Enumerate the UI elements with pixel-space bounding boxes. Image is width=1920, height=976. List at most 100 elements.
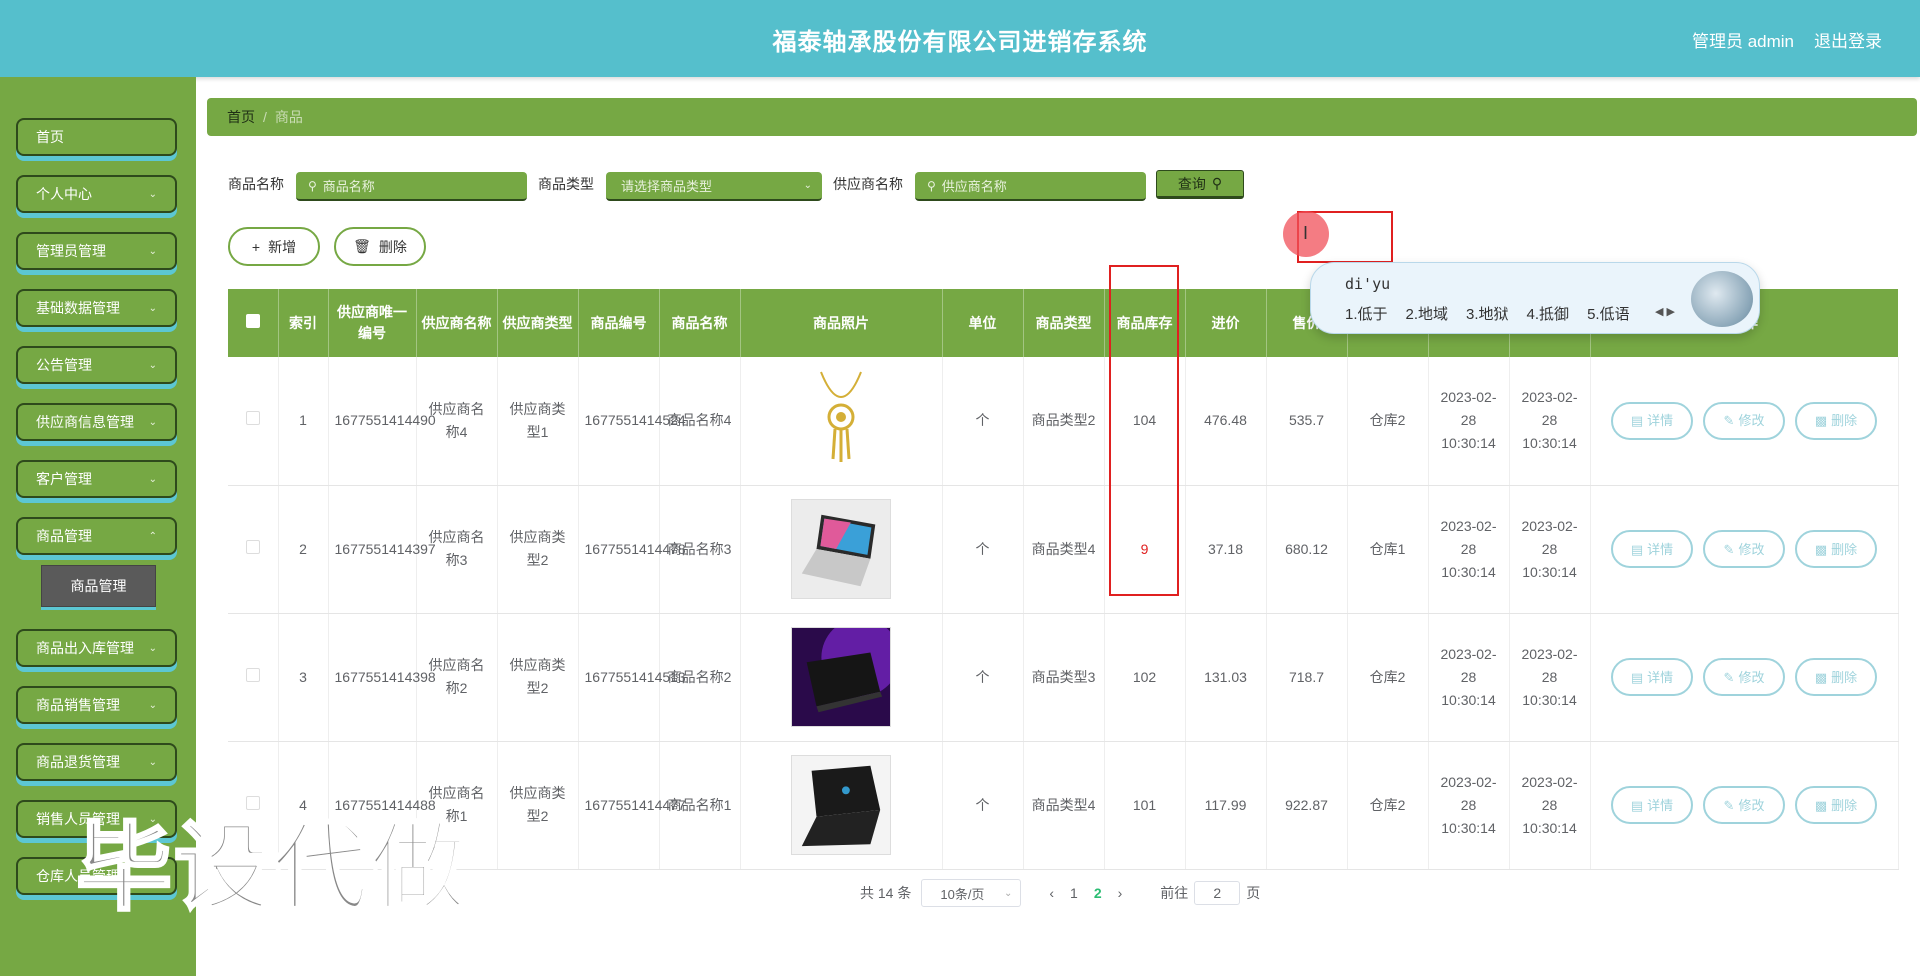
chevron-down-icon: ⌄ xyxy=(148,359,157,371)
detail-label: 详情 xyxy=(1647,413,1674,429)
add-button[interactable]: + 新增 xyxy=(228,227,320,266)
row-delete-button[interactable]: ▩ 删除 xyxy=(1795,658,1877,696)
sidebar-item-home[interactable]: 首页 xyxy=(16,118,177,156)
edit-button[interactable]: ✎ 修改 xyxy=(1703,530,1785,568)
edit-button[interactable]: ✎ 修改 xyxy=(1703,786,1785,824)
page-2[interactable]: 2 xyxy=(1094,885,1102,901)
sidebar-item-goods-inout[interactable]: 商品出入库管理 ⌄ xyxy=(16,629,177,667)
cell-goods-type: 商品类型3 xyxy=(1023,613,1105,742)
breadcrumb-home[interactable]: 首页 xyxy=(227,107,255,127)
ime-candidate[interactable]: 5.低语 xyxy=(1587,303,1630,324)
delete-label: 删除 xyxy=(1831,413,1858,429)
cell-time1: 2023-02-28 10:30:14 xyxy=(1428,613,1510,742)
delete-button[interactable]: 🗑 删除 xyxy=(334,227,426,266)
row-delete-button[interactable]: ▩ 删除 xyxy=(1795,530,1877,568)
stock-column-highlight xyxy=(1109,265,1179,596)
goods-name-label: 商品名称 xyxy=(228,176,284,192)
text-cursor-icon: I xyxy=(1303,223,1309,243)
detail-button[interactable]: ▤ 详情 xyxy=(1611,786,1693,824)
ime-candidate[interactable]: 1.低于 xyxy=(1345,303,1388,324)
cell-cost: 476.48 xyxy=(1185,357,1267,486)
edit-button[interactable]: ✎ 修改 xyxy=(1703,658,1785,696)
page-size-select[interactable]: 10条/页 ⌄ xyxy=(921,879,1022,907)
row-checkbox[interactable] xyxy=(228,485,279,614)
cell-goods-photo xyxy=(740,357,943,486)
cell-supplier-no: 1677551414398 xyxy=(328,613,436,742)
breadcrumb: 首页 / 商品 xyxy=(207,98,1917,136)
sidebar-item-goods-sales[interactable]: 商品销售管理 ⌄ xyxy=(16,686,177,724)
page-1[interactable]: 1 xyxy=(1070,885,1078,901)
row-delete-button[interactable]: ▩ 删除 xyxy=(1795,786,1877,824)
col-unit: 单位 xyxy=(942,289,1024,357)
trash-icon: ▩ xyxy=(1814,797,1828,813)
cell-supplier-no: 1677551414397 xyxy=(328,485,436,614)
app-title: 福泰轴承股份有限公司进销存系统 xyxy=(772,29,1148,56)
row-delete-button[interactable]: ▩ 删除 xyxy=(1795,401,1877,440)
cell-goods-name: 商品名称1 xyxy=(659,741,741,870)
goto-input[interactable]: 2 xyxy=(1194,881,1241,905)
sidebar-item-goods-return[interactable]: 商品退货管理 ⌄ xyxy=(16,743,177,781)
col-supplier-no: 供应商唯一编号 xyxy=(328,289,417,357)
laptop-image xyxy=(791,755,891,855)
table-row: 4 1677551414488 供应商名称1 供应商类型2 1677551414… xyxy=(228,741,1899,870)
goto-label: 前往 xyxy=(1160,885,1189,901)
table-row: 1 1677551414490 供应商名称4 供应商类型1 1677551414… xyxy=(228,357,1899,486)
chevron-down-icon: ⌄ xyxy=(148,642,157,654)
trash-icon: ▩ xyxy=(1814,413,1828,429)
ime-page-arrows-icon[interactable]: ◀ ▶ xyxy=(1655,305,1675,318)
col-goods-name: 商品名称 xyxy=(659,289,741,357)
pencil-icon: ✎ xyxy=(1723,541,1735,557)
cell-time2: 2023-02-28 10:30:14 xyxy=(1509,613,1591,742)
detail-button[interactable]: ▤ 详情 xyxy=(1611,530,1693,568)
sidebar-item-label: 公告管理 xyxy=(36,357,92,373)
ime-candidate[interactable]: 4.抵御 xyxy=(1527,303,1570,324)
prev-page-icon[interactable]: ‹ xyxy=(1049,885,1054,901)
ime-candidate[interactable]: 2.地域 xyxy=(1406,303,1449,324)
cell-ops: ▤ 详情 ✎ 修改 ▩ 删除 xyxy=(1590,357,1899,486)
sidebar-item-personal-center[interactable]: 个人中心 ⌄ xyxy=(16,175,177,213)
row-checkbox[interactable] xyxy=(228,357,279,486)
chevron-up-icon: ⌃ xyxy=(148,530,157,542)
query-button[interactable]: 查询 ⚲ xyxy=(1156,170,1244,199)
laptop-image xyxy=(791,499,891,599)
chevron-down-icon: ⌄ xyxy=(803,180,812,191)
supplier-name-input[interactable]: ⚲ 供应商名称 xyxy=(915,172,1146,201)
select-all-checkbox[interactable] xyxy=(228,289,279,357)
detail-button[interactable]: ▤ 详情 xyxy=(1611,658,1693,696)
cell-index: 3 xyxy=(278,613,329,742)
document-icon: ▤ xyxy=(1630,669,1644,685)
cell-supplier-type: 供应商类型2 xyxy=(497,613,579,742)
current-user: 管理员 admin xyxy=(1691,32,1794,51)
cell-unit: 个 xyxy=(942,741,1024,870)
sidebar-subitem-goods-manage[interactable]: 商品管理 xyxy=(41,565,156,607)
sidebar-item-basic-data[interactable]: 基础数据管理 ⌄ xyxy=(16,289,177,327)
breadcrumb-current: 商品 xyxy=(274,109,303,125)
sidebar-item-customer[interactable]: 客户管理 ⌄ xyxy=(16,460,177,498)
cell-ops: ▤ 详情 ✎ 修改 ▩ 删除 xyxy=(1590,485,1899,614)
sidebar-item-goods[interactable]: 商品管理 ⌃ xyxy=(16,517,177,555)
chevron-down-icon: ⌄ xyxy=(148,416,157,428)
edit-button[interactable]: ✎ 修改 xyxy=(1703,401,1785,440)
cell-goods-no: 1677551414477 xyxy=(578,741,686,870)
col-goods-photo: 商品照片 xyxy=(740,289,943,357)
sidebar-item-admin[interactable]: 管理员管理 ⌄ xyxy=(16,232,177,270)
pagination: 共 14 条 10条/页 ⌄ ‹ 1 2 › 前往 2 页 xyxy=(860,879,1260,907)
detail-button[interactable]: ▤ 详情 xyxy=(1611,401,1693,440)
cell-supplier-type: 供应商类型2 xyxy=(497,741,579,870)
edit-label: 修改 xyxy=(1738,797,1765,813)
sidebar-item-supplier[interactable]: 供应商信息管理 ⌄ xyxy=(16,403,177,441)
cell-cost: 37.18 xyxy=(1185,485,1267,614)
goods-name-input[interactable]: ⚲ 商品名称 xyxy=(296,172,527,201)
ime-composition: di'yu xyxy=(1345,275,1391,293)
logout-link[interactable]: 退出登录 xyxy=(1814,27,1882,52)
sidebar-item-label: 首页 xyxy=(36,129,64,145)
cell-ops: ▤ 详情 ✎ 修改 ▩ 删除 xyxy=(1590,613,1899,742)
sidebar-item-notice[interactable]: 公告管理 ⌄ xyxy=(16,346,177,384)
cell-cost: 131.03 xyxy=(1185,613,1267,742)
row-checkbox[interactable] xyxy=(228,613,279,742)
goods-type-select[interactable]: 请选择商品类型 ⌄ xyxy=(606,172,822,201)
search-icon: ⚲ xyxy=(927,178,936,193)
cell-goods-name: 商品名称2 xyxy=(659,613,741,742)
ime-candidate[interactable]: 3.地狱 xyxy=(1466,303,1509,324)
next-page-icon[interactable]: › xyxy=(1118,885,1123,901)
